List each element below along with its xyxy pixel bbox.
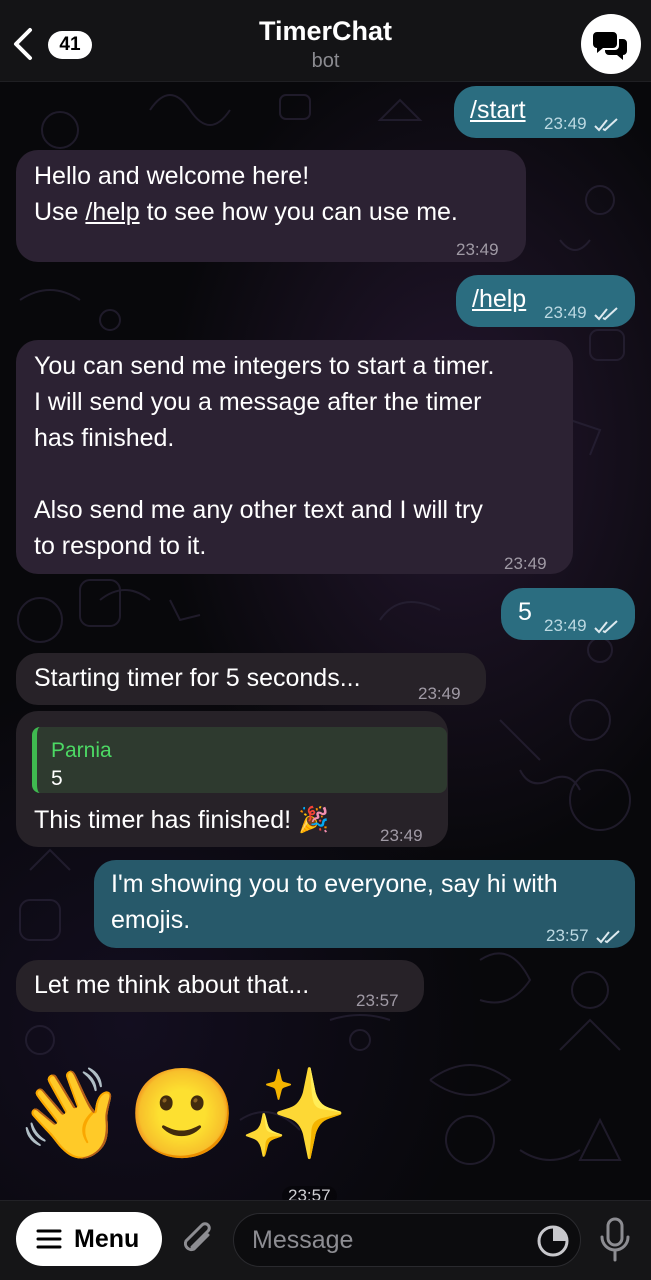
reply-quote[interactable]: Parnia 5	[32, 727, 447, 793]
message-incoming[interactable]: Starting timer for 5 seconds... 23:49	[16, 653, 486, 705]
paperclip-icon[interactable]	[180, 1219, 216, 1261]
message-incoming[interactable]: You can send me integers to start a time…	[16, 340, 573, 574]
message-outgoing[interactable]: /help 23:49	[456, 275, 635, 327]
emoji-text: 👋🙂✨	[16, 1064, 351, 1163]
message-incoming[interactable]: Parnia 5 This timer has finished! 🎉 23:4…	[16, 711, 448, 847]
message-time: 23:49	[544, 608, 620, 644]
message-outgoing[interactable]: I'm showing you to everyone, say hi with…	[94, 860, 635, 948]
chat-title[interactable]: TimerChat	[0, 16, 651, 47]
message-input-field[interactable]	[233, 1213, 581, 1267]
bot-avatar[interactable]	[581, 14, 641, 74]
menu-label: Menu	[74, 1225, 140, 1253]
message-outgoing[interactable]: /start 23:49	[454, 86, 635, 138]
message-text: 5	[518, 598, 532, 626]
message-time: 23:49	[544, 295, 620, 331]
message-time: 23:57	[546, 918, 622, 954]
microphone-icon[interactable]	[598, 1217, 632, 1263]
message-text: Starting timer for 5 seconds...	[34, 664, 361, 692]
reply-text: 5	[51, 767, 63, 790]
message-time: 23:49	[456, 240, 499, 259]
emoji-message[interactable]: 👋🙂✨	[16, 1044, 376, 1184]
message-time: 23:49	[380, 826, 423, 845]
command-link[interactable]: /help	[85, 198, 139, 226]
message-incoming[interactable]: Let me think about that... 23:57	[16, 960, 424, 1012]
double-check-icon	[594, 619, 618, 634]
message-incoming[interactable]: Hello and welcome here! Use /help to see…	[16, 150, 526, 262]
message-text: You can send me integers to start a time…	[34, 352, 495, 560]
message-text: Let me think about that...	[34, 971, 310, 999]
text-span: to see how you can use me.	[139, 198, 458, 226]
message-text: Hello and welcome here! Use /help to see…	[34, 158, 458, 230]
message-line: Use /help to see how you can use me.	[34, 194, 458, 230]
command-link[interactable]: /help	[472, 281, 526, 317]
message-line: Hello and welcome here!	[34, 162, 310, 190]
message-time: 23:57	[356, 991, 399, 1010]
message-input[interactable]	[252, 1214, 522, 1266]
chat-bubbles-icon	[593, 32, 627, 60]
message-time: 23:49	[544, 106, 620, 142]
text-span: Use	[34, 198, 86, 226]
input-bar: Menu	[0, 1200, 651, 1280]
message-time: 23:49	[418, 684, 461, 703]
command-link[interactable]: /start	[470, 92, 526, 128]
message-text: This timer has finished! 🎉	[34, 806, 330, 834]
double-check-icon	[594, 306, 618, 321]
chat-subtitle: bot	[311, 50, 340, 72]
message-outgoing[interactable]: 5 23:49	[501, 588, 635, 640]
double-check-icon	[596, 929, 620, 944]
chat-header: 41 TimerChat bot	[0, 0, 651, 82]
double-check-icon	[594, 117, 618, 132]
sticker-icon[interactable]	[536, 1224, 570, 1258]
menu-button[interactable]: Menu	[16, 1212, 162, 1266]
message-time: 23:49	[504, 554, 547, 573]
hamburger-icon	[36, 1229, 62, 1249]
